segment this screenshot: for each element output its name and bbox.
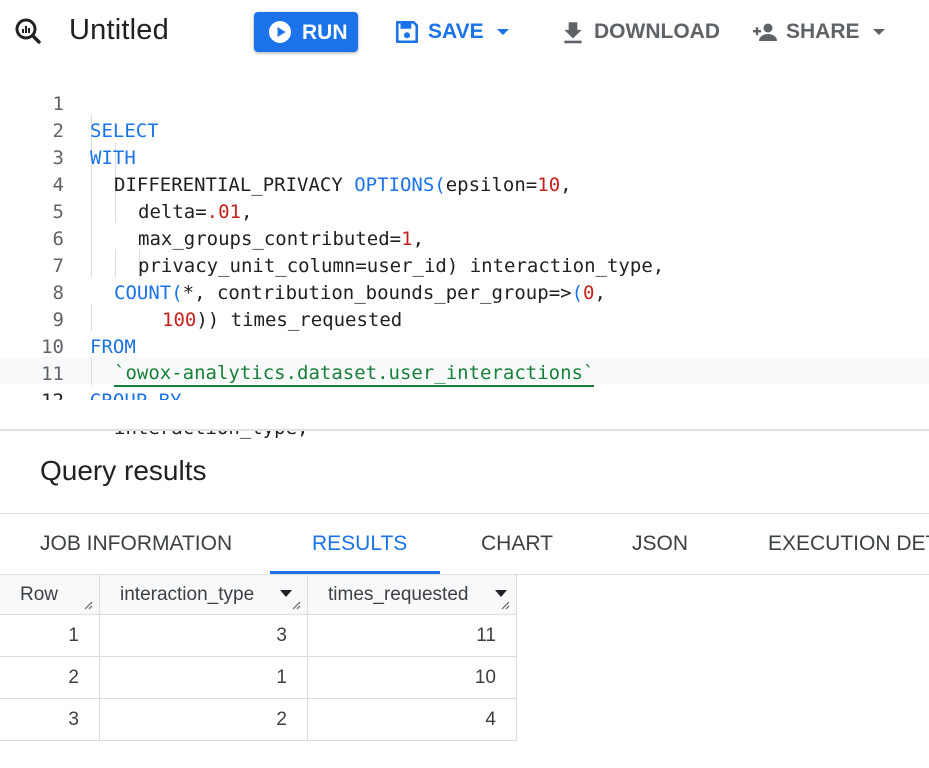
code-line: 8 100)) times_requested (0, 253, 929, 331)
row-number-cell: 2 (0, 657, 100, 699)
code-line: 7 COUNT(*, contribution_bounds_per_group… (0, 226, 929, 304)
caret-down-icon[interactable] (872, 27, 886, 37)
column-resize-icon[interactable] (500, 600, 510, 610)
caret-down-icon[interactable] (496, 27, 510, 37)
column-header-row[interactable]: Row (0, 575, 100, 615)
query-title[interactable]: Untitled (69, 11, 169, 49)
download-icon (564, 22, 582, 44)
panel-divider[interactable] (0, 429, 929, 431)
share-button[interactable]: SHARE (752, 12, 886, 52)
code-line: 2 WITH (0, 91, 929, 169)
table-cell: 1 (100, 657, 308, 699)
code-line: 5 max_groups_contributed=1, (0, 172, 929, 250)
code-line: 11 GROUP BY (0, 334, 929, 412)
save-icon (395, 20, 419, 44)
table-cell: 10 (308, 657, 517, 699)
code-line: 12 interaction_type; (0, 361, 929, 439)
column-header-times-requested[interactable]: times_requested (308, 575, 517, 615)
column-resize-icon[interactable] (83, 600, 93, 610)
table-cell: 11 (308, 615, 517, 657)
table-cell: 2 (100, 699, 308, 741)
table-cell: 4 (308, 699, 517, 741)
column-header-label: Row (20, 584, 59, 605)
column-resize-icon[interactable] (291, 600, 301, 610)
code-line: 3 DIFFERENTIAL_PRIVACY OPTIONS(epsilon=1… (0, 118, 929, 196)
tab-chart[interactable]: CHART (481, 514, 553, 574)
share-button-label: SHARE (786, 20, 860, 43)
tab-execution-details[interactable]: EXECUTION DET (768, 514, 929, 574)
column-header-label: times_requested (328, 584, 469, 605)
tab-results[interactable]: RESULTS (312, 514, 407, 574)
results-tabs: JOB INFORMATION RESULTS CHART JSON EXECU… (0, 513, 929, 575)
tab-job-information[interactable]: JOB INFORMATION (40, 514, 232, 574)
code-line: 4 delta=.01, (0, 145, 929, 223)
play-circle-icon (269, 21, 291, 43)
toolbar: Untitled RUN SAVE DOWNLOAD SHARE (0, 0, 929, 62)
column-header-interaction-type[interactable]: interaction_type (100, 575, 308, 615)
code-line: 6 privacy_unit_column=user_id) interacti… (0, 199, 929, 277)
download-button-label: DOWNLOAD (594, 20, 720, 43)
code-line: 1 SELECT (0, 64, 929, 142)
download-button[interactable]: DOWNLOAD (560, 12, 720, 52)
editor-footer (0, 400, 929, 430)
tab-json[interactable]: JSON (632, 514, 688, 574)
sql-editor[interactable]: 1 SELECT 2 WITH 3 DIFFERENTIAL_PRIVACY O… (0, 62, 929, 439)
table-cell: 3 (100, 615, 308, 657)
person-add-icon (753, 23, 777, 41)
query-magnifier-icon (15, 18, 41, 44)
save-button[interactable]: SAVE (394, 12, 510, 52)
run-button[interactable]: RUN (254, 12, 358, 52)
row-number-cell: 1 (0, 615, 100, 657)
run-button-label: RUN (302, 21, 348, 44)
column-header-label: interaction_type (120, 584, 255, 605)
active-tab-indicator (270, 571, 440, 574)
save-button-label: SAVE (428, 20, 484, 43)
caret-down-icon[interactable] (495, 590, 507, 598)
code-line: 10 `owox-analytics.dataset.user_interact… (0, 307, 929, 387)
code-line: 9 FROM (0, 280, 929, 358)
row-number-cell: 3 (0, 699, 100, 741)
caret-down-icon[interactable] (280, 590, 292, 598)
results-title: Query results (40, 455, 207, 486)
